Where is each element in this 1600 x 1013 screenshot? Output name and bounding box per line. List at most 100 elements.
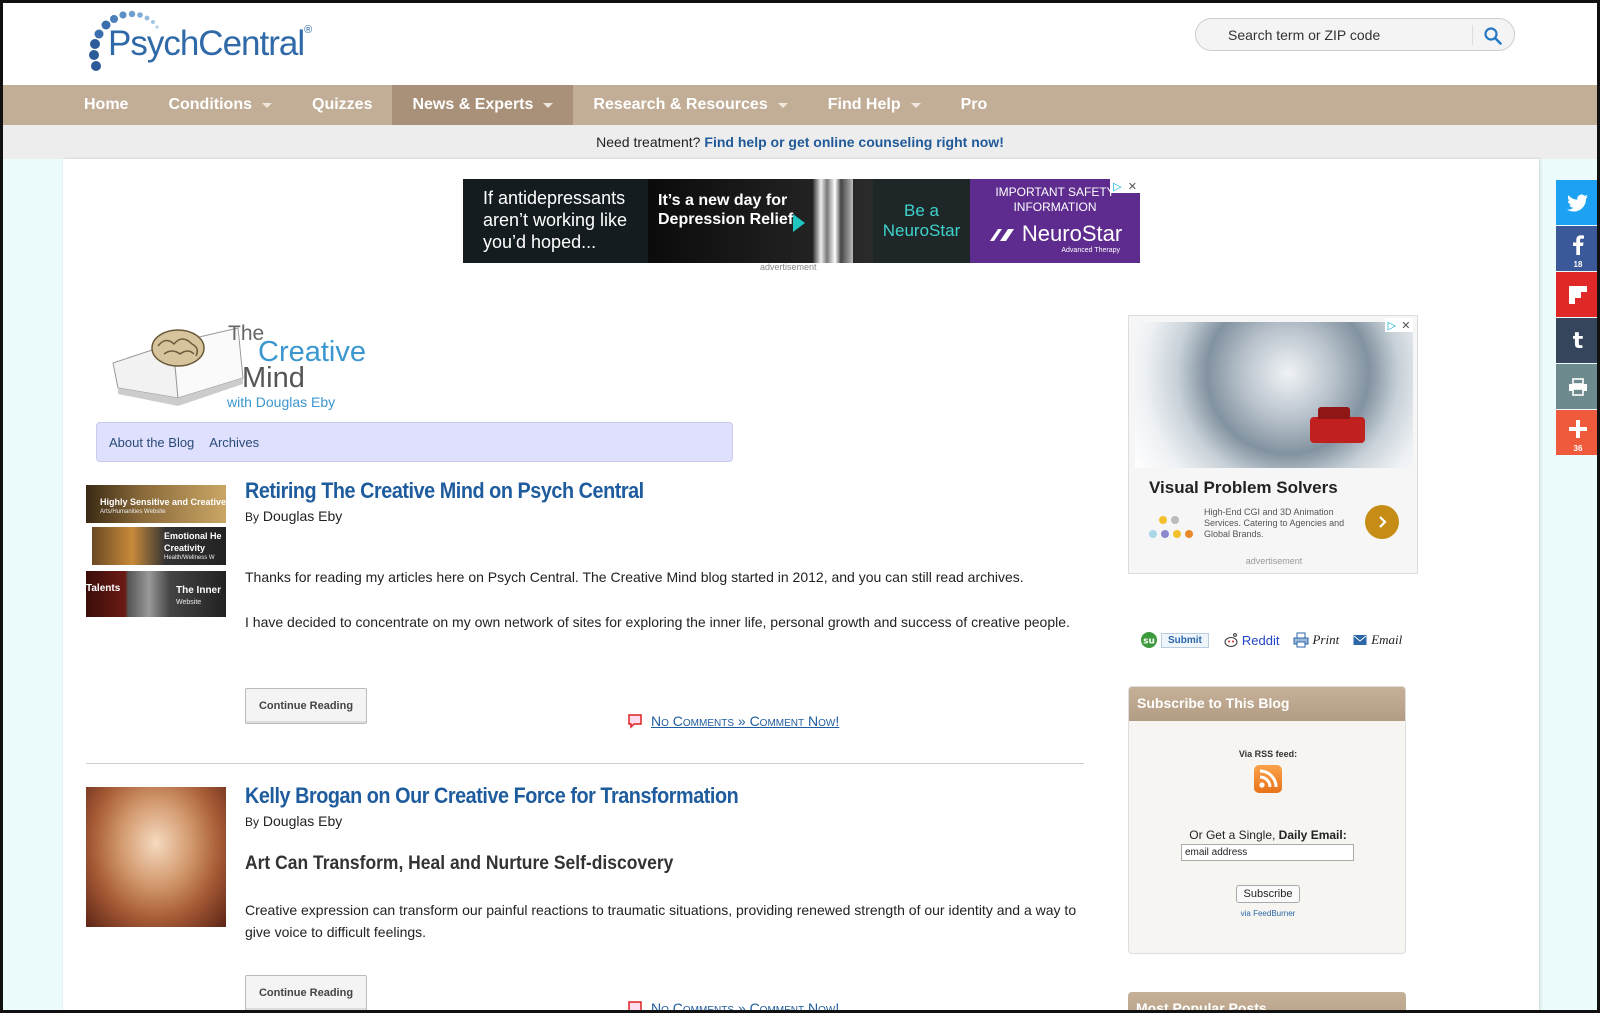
reddit-share-button[interactable]: Reddit <box>1223 632 1279 648</box>
comments-link[interactable]: No Comments » Comment Now! <box>627 1000 839 1013</box>
comment-bubble-icon <box>628 1001 642 1013</box>
ad-panel-4: IMPORTANT SAFETY INFORMATION NeuroStar A… <box>970 179 1140 263</box>
comment-bubble-icon <box>628 714 642 729</box>
post-divider <box>86 763 1084 764</box>
social-share-sidebar: 18 t 36 <box>1556 180 1600 456</box>
arrow-icon <box>793 214 805 232</box>
popular-posts-heading: Most Popular Posts <box>1128 992 1406 1013</box>
chevron-down-icon <box>777 102 788 108</box>
ad-panel-1: If antidepressants aren’t working like y… <box>463 179 648 263</box>
top-banner-ad[interactable]: If antidepressants aren’t working like y… <box>463 179 1140 263</box>
post-thumbnail[interactable]: Highly Sensitive and Creative Arts/Human… <box>86 485 226 619</box>
chevron-right-icon <box>1379 516 1387 528</box>
post-thumbnail[interactable] <box>86 787 226 927</box>
ad-panel-2-text: It’s a new day for Depression Relief <box>658 192 794 228</box>
nav-item-home[interactable]: Home <box>3 85 148 125</box>
nav-label: Pro <box>960 96 988 113</box>
ad-panel-3: Be a NeuroStar <box>873 179 970 263</box>
continue-reading-button[interactable]: Continue Reading <box>245 688 367 724</box>
printer-icon <box>1569 377 1587 396</box>
feedburner-link[interactable]: via FeedBurner <box>1129 909 1405 918</box>
nav-item-conditions[interactable]: Conditions <box>148 85 292 125</box>
neurostar-logo: NeuroStar <box>970 221 1140 247</box>
reddit-icon <box>1224 633 1238 647</box>
rss-feed-button[interactable] <box>1254 765 1282 793</box>
nav-label: Home <box>84 96 129 113</box>
adchoices-icon[interactable]: ▷ ✕ <box>1110 179 1140 193</box>
search-input[interactable] <box>1208 19 1470 50</box>
nav-item-find-help[interactable]: Find Help <box>808 85 941 125</box>
ad-go-button[interactable] <box>1365 505 1399 539</box>
blog-masthead[interactable]: The Creative Mind with Douglas Eby <box>96 312 376 416</box>
treatment-banner: Need treatment? Find help or get online … <box>3 125 1597 159</box>
tumblr-share-button[interactable]: t <box>1556 318 1600 363</box>
adchoices-icon[interactable]: ▷ ✕ <box>1385 318 1413 332</box>
ad-description: High-End CGI and 3D Animation Services. … <box>1204 507 1345 539</box>
facebook-icon <box>1573 234 1584 255</box>
ad-label: advertisement <box>1245 556 1303 566</box>
comments-link[interactable]: No Comments » Comment Now! <box>627 713 839 729</box>
ad-panel-2: It’s a new day for Depression Relief <box>648 179 873 263</box>
email-button[interactable]: Email <box>1353 632 1402 648</box>
search-divider <box>1472 25 1473 45</box>
ad-storm-image <box>1135 322 1413 468</box>
flipboard-share-button[interactable] <box>1556 272 1600 317</box>
stumbleupon-submit-button[interactable]: su Submit <box>1140 631 1209 649</box>
nav-item-news-experts[interactable]: News & Experts <box>392 85 574 125</box>
ad-logo-dots-icon <box>1149 516 1193 538</box>
share-bar: su Submit Reddit Print Email <box>1140 631 1416 649</box>
share-count: 36 <box>1573 444 1583 453</box>
ad-label: advertisement <box>760 262 817 272</box>
chevron-down-icon <box>543 102 554 108</box>
printer-icon <box>1293 632 1309 648</box>
post-title[interactable]: Kelly Brogan on Our Creative Force for T… <box>245 783 739 809</box>
ad-doors-image <box>813 179 853 263</box>
post-author[interactable]: Douglas Eby <box>263 508 342 524</box>
blog-nav-about[interactable]: About the Blog <box>109 435 194 450</box>
flipboard-icon <box>1569 285 1587 304</box>
post-subhead: Art Can Transform, Heal and Nurture Self… <box>245 853 674 874</box>
plus-icon <box>1569 419 1587 438</box>
more-share-button[interactable]: 36 <box>1556 410 1600 455</box>
site-header: PsychCentral® <box>0 0 1600 85</box>
nav-label: Research & Resources <box>593 96 768 113</box>
treatment-link[interactable]: Find help or get online counseling right… <box>704 134 1003 150</box>
nav-item-pro[interactable]: Pro <box>941 85 1008 125</box>
post-byline: By Douglas Eby <box>245 508 343 524</box>
twitter-icon <box>1567 194 1588 212</box>
share-count: 18 <box>1573 260 1583 269</box>
blog-nav-archives[interactable]: Archives <box>209 435 259 450</box>
ad-jeep-image <box>1310 407 1365 443</box>
rss-icon <box>1259 769 1278 788</box>
subscribe-button[interactable]: Subscribe <box>1236 885 1300 903</box>
nav-item-research-resources[interactable]: Research & Resources <box>573 85 807 125</box>
continue-reading-button[interactable]: Continue Reading <box>245 975 367 1011</box>
nav-label: Find Help <box>827 96 901 113</box>
svg-text:t: t <box>1573 330 1584 352</box>
search-button[interactable] <box>1480 23 1506 49</box>
post-byline: By Douglas Eby <box>245 813 343 829</box>
print-share-button[interactable] <box>1556 364 1600 409</box>
ad-brand-sub: Advanced Therapy <box>1061 247 1120 254</box>
nav-label: Conditions <box>168 96 252 113</box>
stumbleupon-icon: su <box>1141 632 1157 648</box>
psychcentral-logo[interactable]: PsychCentral® <box>88 10 318 72</box>
blog-nav: About the Blog Archives <box>96 422 733 462</box>
masthead-author: with Douglas Eby <box>227 394 336 410</box>
print-button[interactable]: Print <box>1293 632 1339 648</box>
twitter-share-button[interactable] <box>1556 180 1600 225</box>
subscribe-widget: Subscribe to This Blog Via RSS feed: Or … <box>1128 686 1406 954</box>
email-field[interactable] <box>1181 844 1354 861</box>
thumb-tile: Talents The Inner Website <box>86 571 226 617</box>
facebook-share-button[interactable]: 18 <box>1556 226 1600 271</box>
post-author[interactable]: Douglas Eby <box>263 813 342 829</box>
chevron-down-icon <box>262 102 272 108</box>
post-title[interactable]: Retiring The Creative Mind on Psych Cent… <box>245 478 644 504</box>
sidebar-ad[interactable]: ▷ ✕ Visual Problem Solvers High-End CGI a… <box>1128 315 1418 574</box>
masthead-mind: Mind <box>242 362 305 394</box>
treatment-prefix: Need treatment? <box>596 134 701 150</box>
main-nav: Home Conditions Quizzes News & Experts R… <box>3 85 1597 125</box>
svg-text:su: su <box>1143 637 1155 647</box>
nav-item-quizzes[interactable]: Quizzes <box>292 85 392 125</box>
neurostar-mark-icon <box>989 229 1014 242</box>
